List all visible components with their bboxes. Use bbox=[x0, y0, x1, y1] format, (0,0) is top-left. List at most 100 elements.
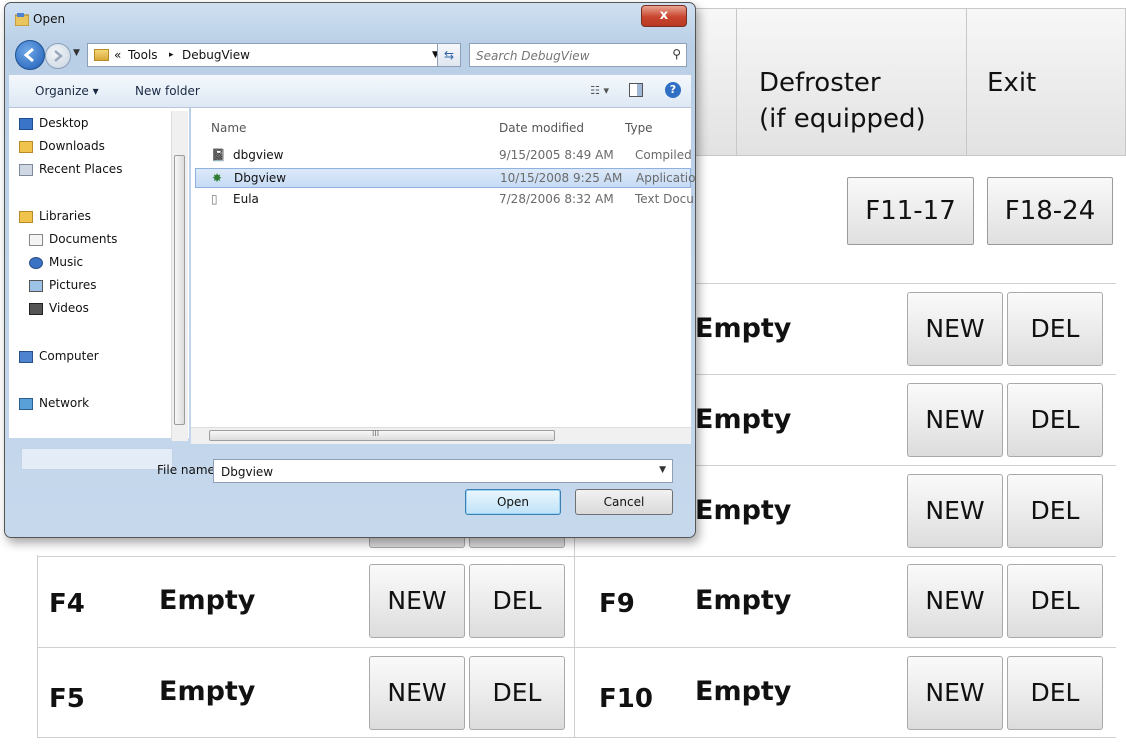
help-icon[interactable]: ? bbox=[665, 82, 681, 98]
computer-icon bbox=[19, 351, 33, 363]
cancel-button[interactable]: Cancel bbox=[575, 489, 673, 515]
new-button[interactable]: NEW bbox=[907, 474, 1003, 548]
breadcrumb-separator[interactable]: ▸ bbox=[169, 50, 174, 60]
history-dropdown-icon[interactable]: ▼ bbox=[73, 48, 80, 58]
slot-value: Empty bbox=[159, 676, 256, 707]
nav-item-pictures[interactable]: Pictures bbox=[49, 278, 97, 292]
refresh-icon: ⇆ bbox=[443, 48, 455, 62]
exit-button[interactable]: Exit bbox=[966, 8, 1126, 156]
slot-row-f4: F4 Empty NEW DEL bbox=[37, 556, 574, 647]
new-button[interactable]: NEW bbox=[907, 564, 1003, 638]
nav-item-libraries[interactable]: Libraries bbox=[39, 209, 91, 223]
search-icon: ⚲ bbox=[672, 47, 681, 61]
search-box[interactable]: ⚲ bbox=[469, 43, 687, 67]
refresh-button[interactable]: ⇆ bbox=[437, 43, 461, 67]
file-date: 9/15/2005 8:49 AM bbox=[499, 148, 614, 162]
nav-item-videos[interactable]: Videos bbox=[49, 301, 89, 315]
view-options-icon[interactable]: ☷ ▾ bbox=[590, 84, 609, 97]
nav-item-downloads[interactable]: Downloads bbox=[39, 139, 105, 153]
filename-input[interactable] bbox=[219, 463, 643, 481]
file-row-dbgview-exe[interactable]: ✸ Dbgview 10/15/2008 9:25 AM Applicatio bbox=[195, 168, 695, 188]
file-list-hscrollbar[interactable]: III bbox=[191, 427, 691, 444]
defroster-button[interactable]: Defroster (if equipped) bbox=[736, 8, 968, 156]
back-button[interactable] bbox=[15, 40, 45, 70]
thumb-grip: III bbox=[372, 429, 380, 438]
downloads-icon bbox=[19, 141, 33, 153]
file-name: Dbgview bbox=[234, 171, 287, 185]
pictures-icon bbox=[29, 280, 43, 292]
slot-value: Empty bbox=[159, 585, 256, 616]
recent-places-icon bbox=[19, 164, 33, 176]
close-icon: x bbox=[659, 8, 669, 23]
app-icon bbox=[14, 11, 30, 27]
folder-icon bbox=[94, 49, 109, 61]
breadcrumb-tools[interactable]: Tools bbox=[128, 48, 158, 62]
hscrollbar-thumb[interactable]: III bbox=[209, 429, 555, 441]
filename-combobox[interactable]: ▼ bbox=[213, 459, 673, 483]
nav-scrollbar-thumb[interactable] bbox=[174, 155, 185, 425]
del-button[interactable]: DEL bbox=[1007, 564, 1103, 638]
del-button[interactable]: DEL bbox=[469, 656, 565, 730]
nav-item-desktop[interactable]: Desktop bbox=[39, 116, 89, 130]
forward-arrow-icon bbox=[54, 50, 63, 62]
new-folder-button[interactable]: New folder bbox=[135, 84, 200, 98]
del-button[interactable]: DEL bbox=[1007, 656, 1103, 730]
new-button[interactable]: NEW bbox=[907, 292, 1003, 366]
open-button[interactable]: Open bbox=[465, 489, 561, 515]
slot-value: Empty bbox=[695, 313, 792, 344]
text-document-icon: ▯ bbox=[211, 192, 218, 206]
slot-row-f9: F9 Empty NEW DEL bbox=[575, 556, 1116, 647]
forward-button[interactable] bbox=[45, 43, 71, 69]
slot-value: Empty bbox=[695, 676, 792, 707]
desktop-icon bbox=[19, 118, 33, 130]
new-button[interactable]: NEW bbox=[907, 383, 1003, 457]
back-arrow-icon bbox=[23, 47, 34, 63]
del-button[interactable]: DEL bbox=[1007, 292, 1103, 366]
file-name: Eula bbox=[233, 192, 259, 206]
preview-pane-icon[interactable] bbox=[629, 83, 643, 97]
del-button[interactable]: DEL bbox=[1007, 474, 1103, 548]
nav-item-music[interactable]: Music bbox=[49, 255, 83, 269]
organize-menu[interactable]: Organize ▾ bbox=[35, 84, 99, 98]
new-button[interactable]: NEW bbox=[369, 564, 465, 638]
libraries-icon bbox=[19, 211, 33, 223]
breadcrumb-overflow[interactable]: « bbox=[114, 48, 121, 62]
file-type: Compiled bbox=[635, 148, 692, 162]
new-button[interactable]: NEW bbox=[907, 656, 1003, 730]
network-icon bbox=[19, 398, 33, 410]
command-toolbar: Organize ▾ New folder ☷ ▾ ? bbox=[9, 75, 691, 108]
column-header-date[interactable]: Date modified bbox=[499, 121, 584, 135]
nav-selection-highlight bbox=[21, 448, 173, 470]
del-button[interactable]: DEL bbox=[1007, 383, 1103, 457]
search-input[interactable] bbox=[474, 46, 658, 66]
file-row-eula[interactable]: ▯ Eula 7/28/2006 8:32 AM Text Docu bbox=[195, 190, 694, 210]
slot-row-f10: F10 Empty NEW DEL bbox=[575, 647, 1116, 738]
nav-item-recent-places[interactable]: Recent Places bbox=[39, 162, 122, 176]
navigation-pane: Desktop Downloads Recent Places Librarie… bbox=[9, 108, 189, 470]
new-button[interactable]: NEW bbox=[369, 656, 465, 730]
column-header-type[interactable]: Type bbox=[625, 121, 653, 135]
slot-key: F4 bbox=[49, 589, 85, 619]
close-button[interactable]: x bbox=[641, 5, 687, 27]
dialog-title: Open bbox=[33, 12, 66, 26]
application-icon: ✸ bbox=[212, 171, 223, 185]
nav-item-network[interactable]: Network bbox=[39, 396, 89, 410]
file-type: Applicatio bbox=[636, 171, 696, 185]
nav-item-documents[interactable]: Documents bbox=[49, 232, 117, 246]
page-f18-24-button[interactable]: F18-24 bbox=[987, 177, 1113, 245]
open-file-dialog: Open x ▼ « Tools ▸ DebugView ▼ ⇆ ⚲ Organ… bbox=[4, 2, 696, 538]
help-file-icon: 📓 bbox=[211, 148, 226, 162]
del-button[interactable]: DEL bbox=[469, 564, 565, 638]
file-row-dbgview-chm[interactable]: 📓 dbgview 9/15/2005 8:49 AM Compiled bbox=[195, 146, 692, 166]
nav-item-computer[interactable]: Computer bbox=[39, 349, 99, 363]
breadcrumb-debugview[interactable]: DebugView bbox=[182, 48, 250, 62]
nav-scrollbar[interactable] bbox=[171, 111, 188, 441]
defroster-label: Defroster (if equipped) bbox=[759, 68, 926, 134]
address-bar[interactable]: « Tools ▸ DebugView ▼ bbox=[87, 43, 459, 67]
slot-key: F5 bbox=[49, 684, 85, 714]
filename-dropdown-icon[interactable]: ▼ bbox=[659, 465, 666, 475]
page-f11-17-button[interactable]: F11-17 bbox=[847, 177, 974, 245]
file-date: 10/15/2008 9:25 AM bbox=[500, 171, 623, 185]
slot-value: Empty bbox=[695, 495, 792, 526]
column-header-name[interactable]: Name bbox=[211, 121, 246, 135]
